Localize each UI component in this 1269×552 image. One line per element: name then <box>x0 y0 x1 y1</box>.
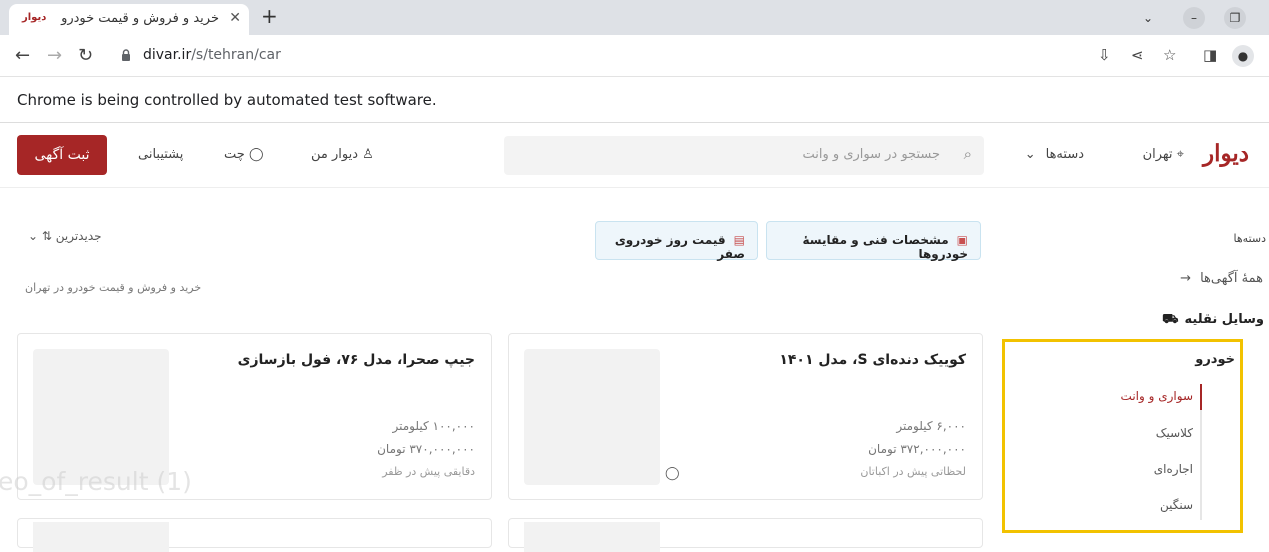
active-indicator <box>1200 384 1202 410</box>
price-tag-icon: ▤ <box>733 233 745 247</box>
document-icon: ▣ <box>956 233 968 247</box>
post-ad-button[interactable]: ثبت آگهی <box>17 135 107 175</box>
listing-title: جیپ صحرا، مدل ۷۶، فول بازسازی <box>237 352 475 368</box>
my-divar-label: دیوار من <box>311 147 359 162</box>
arrow-right-icon: → <box>1180 271 1192 286</box>
breadcrumb: خرید و فروش و قیمت خودرو در تهران <box>25 281 202 294</box>
map-pin-icon: ⌖ <box>1172 147 1184 162</box>
sort-icon: ⇅ <box>41 229 56 243</box>
listing-price: ۳۷۲,۰۰۰,۰۰۰ تومان <box>868 442 966 456</box>
divar-logo[interactable]: دیوار <box>1203 140 1249 167</box>
vehicles-category[interactable]: وسایل نقلیه ⛟ <box>1162 312 1264 329</box>
listing-card[interactable] <box>508 518 983 552</box>
video-watermark: eo_of_result (1) <box>0 467 192 496</box>
chat-bubble-icon: ◯ <box>665 466 680 481</box>
restore-icon[interactable]: ❐ <box>1224 7 1246 29</box>
back-icon[interactable]: ← <box>15 45 30 66</box>
browser-tab[interactable]: دیوار خرید و فروش و قیمت خودرو ✕ <box>9 4 249 35</box>
minimize-icon[interactable]: – <box>1183 7 1205 29</box>
listing-card[interactable]: کوییک دنده‌ای S، مدل ۱۴۰۱ ۶,۰۰۰ کیلومتر … <box>508 333 983 500</box>
price-chip-label: قیمت روز خودروی صفر <box>614 233 745 261</box>
reload-icon[interactable]: ↻ <box>78 45 93 66</box>
tab-strip: دیوار خرید و فروش و قیمت خودرو ✕ + ⌄ – ❐ <box>0 0 1269 35</box>
search-icon: ⌕ <box>963 145 972 163</box>
close-tab-icon[interactable]: ✕ <box>229 10 241 26</box>
chat-label: چت <box>224 147 245 162</box>
categories-label: دسته‌ها <box>1045 147 1084 162</box>
chat-bubble-icon: ◯ <box>244 147 264 162</box>
sidebar-item-rental[interactable]: اجاره‌ای <box>1154 462 1193 476</box>
tab-search-icon[interactable]: ⌄ <box>1137 7 1159 29</box>
automation-infobar: Chrome is being controlled by automated … <box>0 77 1269 123</box>
forward-icon[interactable]: → <box>47 45 62 66</box>
specs-chip-label: مشخصات فنی و مقایسهٔ خودروها <box>802 233 968 261</box>
listing-thumbnail <box>33 349 169 485</box>
infobar-text: Chrome is being controlled by automated … <box>17 91 437 109</box>
car-category[interactable]: خودرو <box>1195 352 1235 367</box>
user-icon: ♙ <box>358 147 374 162</box>
url-path: /s/tehran/car <box>191 47 281 63</box>
listing-mileage: ۶,۰۰۰ کیلومتر <box>896 419 966 433</box>
all-ads-link[interactable]: همهٔ آگهی‌ها → <box>1180 271 1263 286</box>
url-domain: divar.ir <box>143 47 192 63</box>
listing-time: لحظاتی پیش در اکباتان <box>860 465 966 478</box>
share-icon[interactable]: ⋖ <box>1131 46 1144 64</box>
profile-avatar-icon[interactable]: ● <box>1232 45 1254 67</box>
install-icon[interactable]: ⇩ <box>1098 46 1111 64</box>
categories-menu[interactable]: دسته‌ها ⌄ <box>1025 147 1084 162</box>
chevron-down-icon: ⌄ <box>28 229 42 243</box>
listing-thumbnail <box>524 522 660 552</box>
sidebar-item-classic[interactable]: کلاسیک <box>1156 426 1193 440</box>
city-selector[interactable]: ⌖ تهران <box>1143 147 1184 162</box>
vehicles-label: وسایل نقلیه <box>1184 312 1265 327</box>
lock-icon <box>122 49 130 61</box>
sidebar-item-heavy[interactable]: سنگین <box>1160 498 1193 512</box>
listing-title: کوییک دنده‌ای S، مدل ۱۴۰۱ <box>779 352 966 368</box>
chevron-down-icon: ⌄ <box>1024 147 1036 162</box>
sidebar-item-sedan-van[interactable]: سواری و وانت <box>1121 389 1193 403</box>
listing-price: ۳۷۰,۰۰۰,۰۰۰ تومان <box>377 442 475 456</box>
car-icon: ⛟ <box>1162 312 1179 327</box>
highlight-box <box>1002 339 1243 533</box>
side-panel-icon[interactable]: ◨ <box>1203 46 1217 64</box>
tab-title: خرید و فروش و قیمت خودرو <box>61 11 219 26</box>
all-ads-label: همهٔ آگهی‌ها <box>1200 271 1263 286</box>
city-label: تهران <box>1142 147 1173 162</box>
site-header: دیوار ⌖ تهران دسته‌ها ⌄ ⌕ جستجو در سواری … <box>0 125 1269 188</box>
chat-link[interactable]: ◯ چت <box>224 147 264 162</box>
my-divar-link[interactable]: ♙ دیوار من <box>311 147 374 162</box>
specs-compare-chip[interactable]: ▣مشخصات فنی و مقایسهٔ خودروها <box>766 221 981 261</box>
url-bar[interactable]: divar.ir/s/tehran/car <box>143 47 281 63</box>
new-car-price-chip[interactable]: ▤قیمت روز خودروی صفر <box>595 221 758 261</box>
listing-thumbnail <box>524 349 660 485</box>
subcategory-rail <box>1200 384 1202 520</box>
sidebar-title: دسته‌ها <box>1233 232 1266 245</box>
listing-time: دقایقی پیش در ظفر <box>382 465 475 478</box>
sort-dropdown[interactable]: ⌄ ⇅ جدیدترین <box>28 229 102 243</box>
address-toolbar: ← → ↻ divar.ir/s/tehran/car ⇩ ⋖ ☆ ◨ ● <box>0 35 1269 77</box>
support-link[interactable]: پشتیبانی <box>138 147 183 162</box>
listing-mileage: ۱۰۰,۰۰۰ کیلومتر <box>392 419 476 433</box>
bookmark-star-icon[interactable]: ☆ <box>1163 46 1176 64</box>
search-placeholder: جستجو در سواری و وانت <box>802 147 940 162</box>
search-input[interactable]: ⌕ جستجو در سواری و وانت <box>504 136 984 175</box>
listing-thumbnail <box>33 522 169 552</box>
sort-label: جدیدترین <box>55 229 102 243</box>
new-tab-button[interactable]: + <box>261 4 278 28</box>
listing-card[interactable] <box>17 518 492 552</box>
